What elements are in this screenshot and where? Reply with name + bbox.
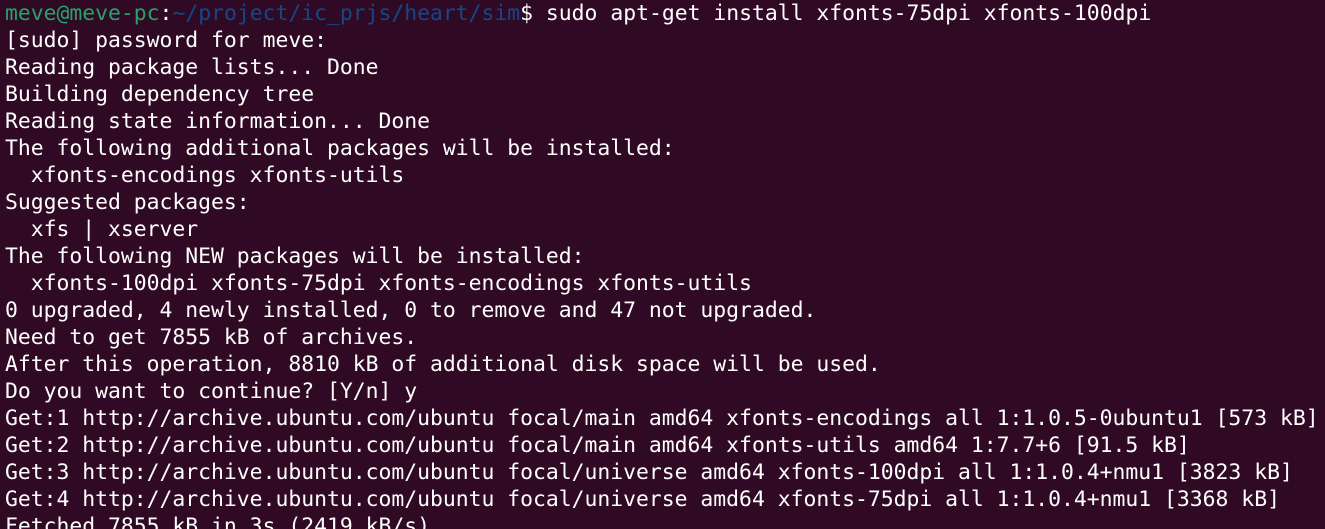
output-line: Suggested packages: bbox=[5, 190, 250, 215]
command-line: meve@meve-pc:~/project/ic_prjs/heart/sim… bbox=[5, 0, 1319, 27]
terminal-window[interactable]: meve@meve-pc:~/project/ic_prjs/heart/sim… bbox=[0, 0, 1325, 529]
prompt-user-host: meve@meve-pc bbox=[5, 1, 160, 26]
output-line: Get:2 http://archive.ubuntu.com/ubuntu f… bbox=[5, 433, 1190, 458]
output-line: Do you want to continue? [Y/n] y bbox=[5, 379, 418, 404]
output-line: Need to get 7855 kB of archives. bbox=[5, 325, 418, 350]
output-line: Get:3 http://archive.ubuntu.com/ubuntu f… bbox=[5, 460, 1293, 485]
output-line: The following additional packages will b… bbox=[5, 136, 675, 161]
output-line: After this operation, 8810 kB of additio… bbox=[5, 352, 881, 377]
output-line: xfonts-encodings xfonts-utils bbox=[5, 163, 405, 188]
output-line: xfs | xserver bbox=[5, 217, 199, 242]
prompt-path: ~/project/ic_prjs/heart/sim bbox=[172, 1, 521, 26]
output-line: Get:4 http://archive.ubuntu.com/ubuntu f… bbox=[5, 487, 1280, 512]
prompt-separator: : bbox=[159, 1, 173, 26]
prompt-dollar: $ bbox=[520, 1, 534, 26]
output-line: Building dependency tree bbox=[5, 82, 315, 107]
output-line: Fetched 7855 kB in 3s (2419 kB/s) bbox=[5, 514, 430, 529]
output-line: 0 upgraded, 4 newly installed, 0 to remo… bbox=[5, 298, 817, 323]
command-text: sudo apt-get install xfonts-75dpi xfonts… bbox=[533, 1, 1152, 26]
output-line: Get:1 http://archive.ubuntu.com/ubuntu f… bbox=[5, 406, 1319, 431]
output-line: Reading package lists... Done bbox=[5, 55, 379, 80]
output-line: xfonts-100dpi xfonts-75dpi xfonts-encodi… bbox=[5, 271, 752, 296]
output-line: The following NEW packages will be insta… bbox=[5, 244, 585, 269]
output-line: Reading state information... Done bbox=[5, 109, 430, 134]
terminal-output: meve@meve-pc:~/project/ic_prjs/heart/sim… bbox=[5, 0, 1319, 529]
output-line: [sudo] password for meve: bbox=[5, 28, 327, 53]
